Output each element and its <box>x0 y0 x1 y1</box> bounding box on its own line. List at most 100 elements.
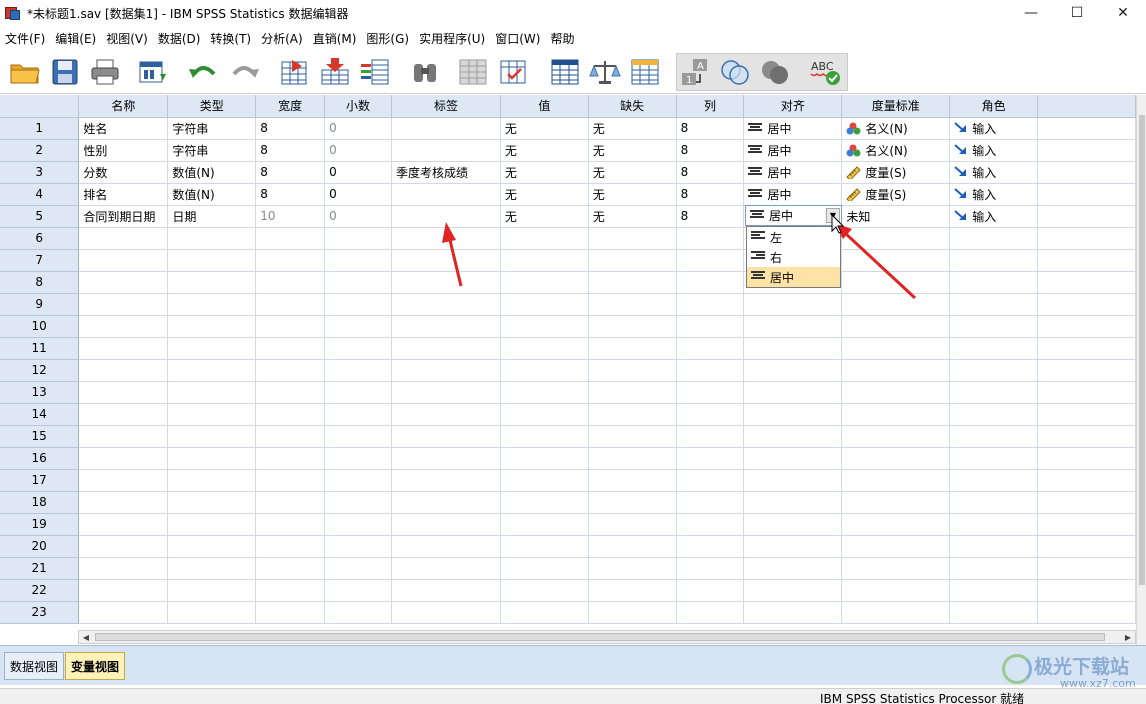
empty-cell[interactable] <box>324 381 392 404</box>
empty-cell[interactable] <box>949 601 1039 624</box>
column-header-align[interactable]: 对齐 <box>743 95 843 118</box>
empty-cell[interactable] <box>588 557 677 580</box>
empty-cell[interactable] <box>1037 491 1136 514</box>
empty-cell[interactable] <box>500 425 589 448</box>
save-icon[interactable] <box>48 56 82 88</box>
cell-name[interactable]: 性别 <box>78 139 169 162</box>
empty-cell[interactable] <box>743 293 843 316</box>
empty-cell[interactable] <box>1037 601 1136 624</box>
empty-cell[interactable] <box>78 469 169 492</box>
cell-measure[interactable]: 度量(S) <box>841 183 951 206</box>
empty-cell[interactable] <box>588 425 677 448</box>
cell-missing[interactable]: 无 <box>588 183 677 206</box>
empty-cell[interactable] <box>676 249 745 272</box>
empty-cell[interactable] <box>324 513 392 536</box>
empty-cell[interactable] <box>949 557 1039 580</box>
empty-cell[interactable] <box>743 315 843 338</box>
cell-width[interactable]: 8 <box>255 117 326 140</box>
empty-cell[interactable] <box>676 513 745 536</box>
empty-cell[interactable] <box>167 557 257 580</box>
spell-check-icon[interactable]: ABC <box>808 56 842 88</box>
split-file-icon[interactable] <box>548 56 582 88</box>
empty-cell[interactable] <box>78 535 169 558</box>
empty-cell[interactable] <box>78 359 169 382</box>
empty-cell[interactable] <box>588 315 677 338</box>
empty-cell[interactable] <box>949 513 1039 536</box>
row-number[interactable]: 19 <box>0 513 80 536</box>
row-number[interactable]: 12 <box>0 359 80 382</box>
empty-cell[interactable] <box>78 447 169 470</box>
row-number[interactable]: 10 <box>0 315 80 338</box>
corner-cell[interactable] <box>0 95 80 118</box>
empty-cell[interactable] <box>391 579 501 602</box>
empty-cell[interactable] <box>78 601 169 624</box>
empty-cell[interactable] <box>743 469 843 492</box>
empty-cell[interactable] <box>391 447 501 470</box>
empty-cell[interactable] <box>324 271 392 294</box>
cell-width[interactable]: 8 <box>255 183 326 206</box>
empty-cell[interactable] <box>391 601 501 624</box>
empty-cell[interactable] <box>1037 535 1136 558</box>
empty-cell[interactable] <box>255 491 326 514</box>
empty-cell[interactable] <box>167 315 257 338</box>
empty-cell[interactable] <box>588 535 677 558</box>
empty-cell[interactable] <box>1037 403 1136 426</box>
empty-cell[interactable] <box>676 535 745 558</box>
empty-cell[interactable] <box>841 557 951 580</box>
empty-cell[interactable] <box>167 535 257 558</box>
empty-cell[interactable] <box>167 271 257 294</box>
row-number[interactable]: 18 <box>0 491 80 514</box>
cell-name[interactable]: 排名 <box>78 183 169 206</box>
row-number[interactable]: 21 <box>0 557 80 580</box>
empty-cell[interactable] <box>255 227 326 250</box>
empty-cell[interactable] <box>841 469 951 492</box>
menu-direct-marketing[interactable]: 直销(M) <box>308 28 362 50</box>
goto-variable-icon[interactable] <box>318 56 352 88</box>
empty-cell[interactable] <box>167 513 257 536</box>
empty-cell[interactable] <box>167 601 257 624</box>
empty-cell[interactable] <box>841 513 951 536</box>
empty-cell[interactable] <box>743 425 843 448</box>
use-sets-icon[interactable] <box>718 56 752 88</box>
cell-align[interactable]: 居中 <box>743 117 843 140</box>
empty-cell[interactable] <box>841 601 951 624</box>
row-number[interactable]: 2 <box>0 139 80 162</box>
open-folder-icon[interactable] <box>8 56 42 88</box>
empty-cell[interactable] <box>743 513 843 536</box>
empty-cell[interactable] <box>255 403 326 426</box>
empty-cell[interactable] <box>676 491 745 514</box>
value-labels-icon[interactable]: A1 <box>678 56 712 88</box>
cell-role[interactable]: 输入 <box>949 161 1039 184</box>
empty-cell[interactable] <box>676 447 745 470</box>
cell-measure[interactable]: 名义(N) <box>841 117 951 140</box>
tab-data-view[interactable]: 数据视图 <box>4 652 65 680</box>
cell-columns[interactable]: 8 <box>676 205 745 228</box>
empty-cell[interactable] <box>78 557 169 580</box>
empty-cell[interactable] <box>391 249 501 272</box>
empty-cell[interactable] <box>841 425 951 448</box>
menu-data[interactable]: 数据(D) <box>153 28 206 50</box>
column-header-measure[interactable]: 度量标准 <box>841 95 951 118</box>
empty-cell[interactable] <box>500 359 589 382</box>
empty-cell[interactable] <box>391 381 501 404</box>
empty-cell[interactable] <box>588 359 677 382</box>
empty-cell[interactable] <box>391 403 501 426</box>
empty-cell[interactable] <box>949 337 1039 360</box>
empty-cell[interactable] <box>1037 359 1136 382</box>
empty-cell[interactable] <box>500 491 589 514</box>
goto-case-icon[interactable] <box>278 56 312 88</box>
cell-width[interactable]: 8 <box>255 161 326 184</box>
empty-cell[interactable] <box>743 337 843 360</box>
empty-cell[interactable] <box>949 293 1039 316</box>
empty-cell[interactable] <box>676 601 745 624</box>
row-number[interactable]: 20 <box>0 535 80 558</box>
empty-cell[interactable] <box>78 425 169 448</box>
minimize-button[interactable]: — <box>1008 0 1054 26</box>
empty-cell[interactable] <box>949 469 1039 492</box>
insert-cases-icon[interactable] <box>456 56 490 88</box>
menu-edit[interactable]: 编辑(E) <box>50 28 101 50</box>
empty-cell[interactable] <box>78 227 169 250</box>
empty-cell[interactable] <box>78 381 169 404</box>
empty-cell[interactable] <box>841 403 951 426</box>
empty-cell[interactable] <box>588 381 677 404</box>
